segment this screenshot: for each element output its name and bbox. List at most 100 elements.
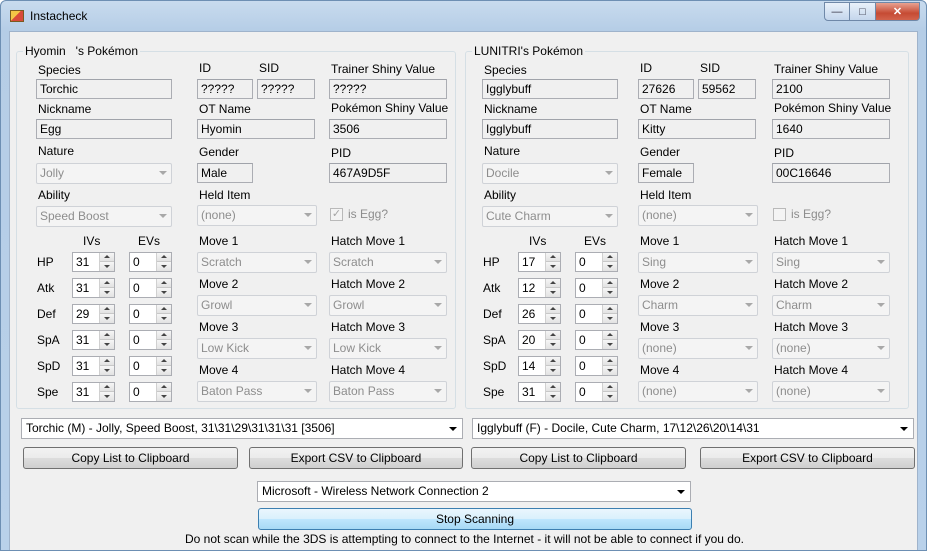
left-iv-stepper[interactable]: 31 — [72, 252, 115, 272]
right-ev-stepper[interactable]: 0 — [575, 304, 618, 324]
spin-up-icon[interactable] — [157, 357, 171, 366]
stop-scanning-button[interactable]: Stop Scanning — [258, 508, 692, 530]
spin-down-icon[interactable] — [546, 366, 560, 375]
right-ev-stepper[interactable]: 0 — [575, 252, 618, 272]
right-hatch-move-select[interactable]: (none) — [772, 381, 890, 402]
right-move-select[interactable]: (none) — [638, 381, 758, 402]
spin-up-icon[interactable] — [100, 253, 114, 262]
network-adapter-select[interactable]: Microsoft - Wireless Network Connection … — [257, 481, 691, 502]
spin-down-icon[interactable] — [603, 392, 617, 401]
right-ev-stepper[interactable]: 0 — [575, 278, 618, 298]
left-nature-select[interactable]: Jolly — [36, 163, 172, 184]
spin-down-icon[interactable] — [603, 262, 617, 271]
spin-down-icon[interactable] — [546, 314, 560, 323]
spin-down-icon[interactable] — [157, 340, 171, 349]
spin-up-icon[interactable] — [100, 383, 114, 392]
spin-up-icon[interactable] — [157, 279, 171, 288]
spin-up-icon[interactable] — [546, 253, 560, 262]
left-ability-select[interactable]: Speed Boost — [36, 206, 172, 227]
left-hatch-move-select[interactable]: Low Kick — [329, 338, 447, 359]
right-ev-stepper[interactable]: 0 — [575, 356, 618, 376]
left-ev-stepper[interactable]: 0 — [129, 330, 172, 350]
right-ev-stepper[interactable]: 0 — [575, 330, 618, 350]
spin-up-icon[interactable] — [603, 305, 617, 314]
spin-down-icon[interactable] — [100, 366, 114, 375]
left-move-select[interactable]: Low Kick — [197, 338, 317, 359]
right-hatch-move-select[interactable]: Sing — [772, 252, 890, 273]
right-move-select[interactable]: (none) — [638, 338, 758, 359]
spin-up-icon[interactable] — [157, 383, 171, 392]
spin-up-icon[interactable] — [603, 253, 617, 262]
spin-down-icon[interactable] — [603, 288, 617, 297]
spin-up-icon[interactable] — [100, 305, 114, 314]
spin-down-icon[interactable] — [100, 288, 114, 297]
right-is-egg-checkbox[interactable]: is Egg? — [773, 207, 831, 221]
right-nature-select[interactable]: Docile — [482, 163, 618, 184]
spin-up-icon[interactable] — [546, 331, 560, 340]
spin-down-icon[interactable] — [157, 314, 171, 323]
spin-down-icon[interactable] — [157, 288, 171, 297]
spin-down-icon[interactable] — [546, 262, 560, 271]
spin-down-icon[interactable] — [603, 366, 617, 375]
right-copy-list-button[interactable]: Copy List to Clipboard — [471, 447, 686, 469]
right-hatch-move-select[interactable]: Charm — [772, 295, 890, 316]
left-is-egg-checkbox[interactable]: ✓ is Egg? — [330, 207, 388, 221]
left-iv-stepper[interactable]: 31 — [72, 356, 115, 376]
left-export-csv-button[interactable]: Export CSV to Clipboard — [249, 447, 463, 469]
left-ev-stepper[interactable]: 0 — [129, 382, 172, 402]
spin-down-icon[interactable] — [157, 262, 171, 271]
right-ability-select[interactable]: Cute Charm — [482, 206, 618, 227]
right-move-select[interactable]: Charm — [638, 295, 758, 316]
right-iv-stepper[interactable]: 20 — [518, 330, 561, 350]
left-copy-list-button[interactable]: Copy List to Clipboard — [23, 447, 238, 469]
left-iv-stepper[interactable]: 31 — [72, 330, 115, 350]
spin-down-icon[interactable] — [157, 392, 171, 401]
left-ev-stepper[interactable]: 0 — [129, 356, 172, 376]
spin-up-icon[interactable] — [603, 357, 617, 366]
spin-down-icon[interactable] — [100, 314, 114, 323]
right-iv-stepper[interactable]: 12 — [518, 278, 561, 298]
left-move-select[interactable]: Scratch — [197, 252, 317, 273]
spin-up-icon[interactable] — [546, 383, 560, 392]
spin-up-icon[interactable] — [603, 331, 617, 340]
right-hatch-move-select[interactable]: (none) — [772, 338, 890, 359]
spin-down-icon[interactable] — [603, 314, 617, 323]
left-move-select[interactable]: Baton Pass — [197, 381, 317, 402]
spin-up-icon[interactable] — [603, 279, 617, 288]
right-move-select[interactable]: Sing — [638, 252, 758, 273]
spin-down-icon[interactable] — [100, 392, 114, 401]
spin-down-icon[interactable] — [100, 262, 114, 271]
left-move-select[interactable]: Growl — [197, 295, 317, 316]
spin-down-icon[interactable] — [157, 366, 171, 375]
spin-up-icon[interactable] — [546, 357, 560, 366]
right-ev-stepper[interactable]: 0 — [575, 382, 618, 402]
spin-up-icon[interactable] — [157, 253, 171, 262]
left-ev-stepper[interactable]: 0 — [129, 278, 172, 298]
spin-down-icon[interactable] — [546, 288, 560, 297]
spin-up-icon[interactable] — [546, 305, 560, 314]
left-ev-stepper[interactable]: 0 — [129, 304, 172, 324]
left-held-select[interactable]: (none) — [197, 205, 317, 226]
spin-down-icon[interactable] — [100, 340, 114, 349]
spin-up-icon[interactable] — [157, 331, 171, 340]
spin-up-icon[interactable] — [603, 383, 617, 392]
left-ev-stepper[interactable]: 0 — [129, 252, 172, 272]
right-iv-stepper[interactable]: 17 — [518, 252, 561, 272]
spin-up-icon[interactable] — [100, 331, 114, 340]
right-held-select[interactable]: (none) — [638, 205, 758, 226]
spin-up-icon[interactable] — [157, 305, 171, 314]
maximize-icon[interactable]: □ — [850, 2, 876, 21]
left-hatch-move-select[interactable]: Growl — [329, 295, 447, 316]
spin-down-icon[interactable] — [603, 340, 617, 349]
left-hatch-move-select[interactable]: Baton Pass — [329, 381, 447, 402]
right-iv-stepper[interactable]: 14 — [518, 356, 561, 376]
right-iv-stepper[interactable]: 26 — [518, 304, 561, 324]
spin-up-icon[interactable] — [546, 279, 560, 288]
left-summary-select[interactable]: Torchic (M) - Jolly, Speed Boost, 31\31\… — [21, 418, 463, 439]
title-bar[interactable]: Instacheck — □ ✕ — [1, 1, 926, 31]
right-iv-stepper[interactable]: 31 — [518, 382, 561, 402]
spin-up-icon[interactable] — [100, 357, 114, 366]
left-iv-stepper[interactable]: 31 — [72, 382, 115, 402]
left-hatch-move-select[interactable]: Scratch — [329, 252, 447, 273]
right-export-csv-button[interactable]: Export CSV to Clipboard — [700, 447, 915, 469]
